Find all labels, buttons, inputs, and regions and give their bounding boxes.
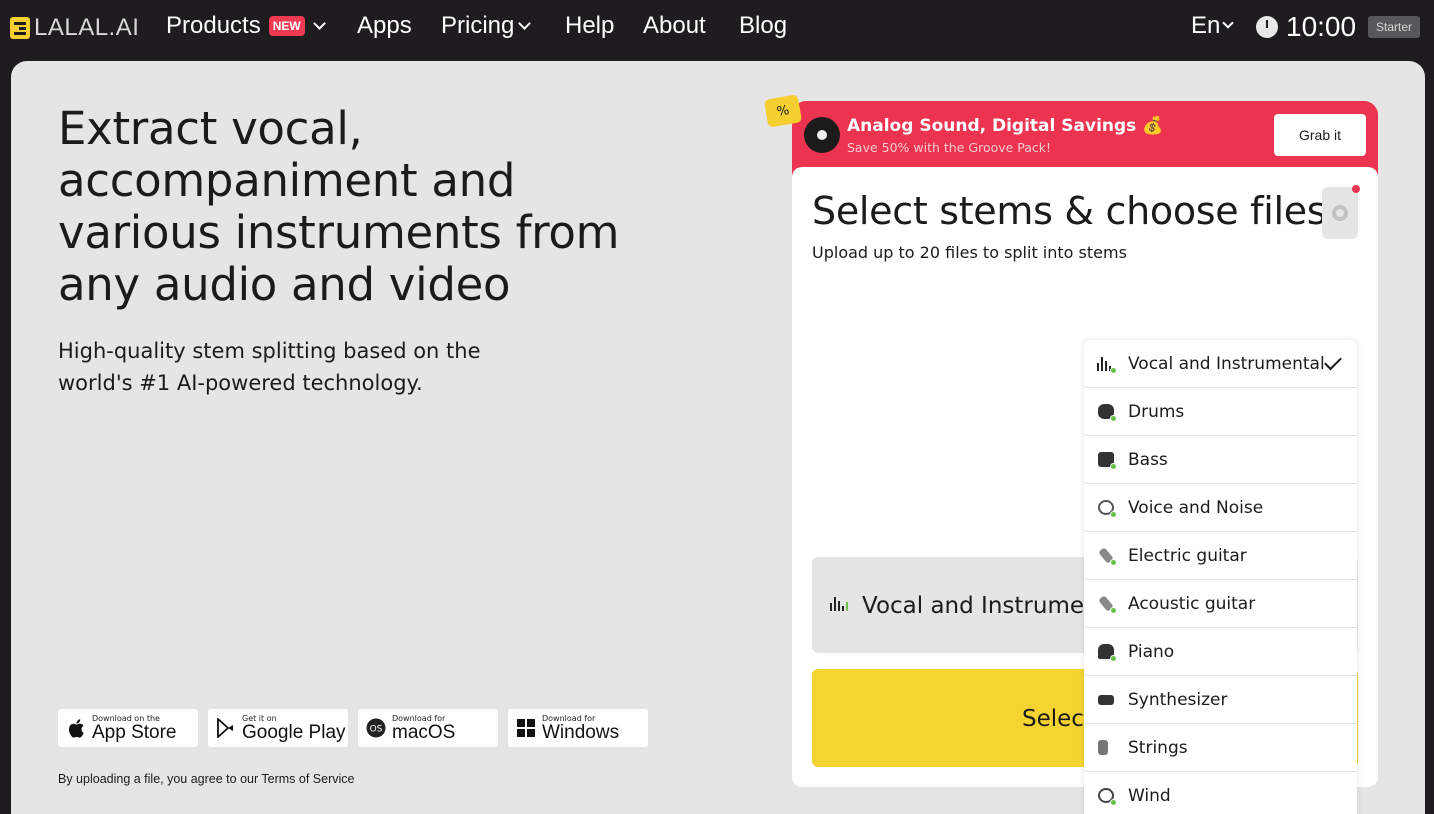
macos-icon: OS — [366, 717, 386, 739]
new-badge: NEW — [268, 16, 305, 36]
nav-apps[interactable]: Apps — [357, 12, 412, 40]
logo-text: LALAL.AI — [34, 14, 140, 41]
store-name: App Store — [92, 721, 177, 743]
apple-icon — [66, 717, 86, 739]
minutes-remaining[interactable]: 10:00 — [1286, 11, 1356, 43]
stem-option-synthesizer[interactable]: Synthesizer — [1084, 676, 1357, 724]
store-name: macOS — [392, 721, 456, 743]
nav-pricing-label: Pricing — [441, 12, 515, 39]
percent-tag: % — [763, 94, 803, 128]
stem-option-label: Strings — [1128, 737, 1188, 758]
stem-option-label: Wind — [1128, 785, 1171, 806]
card-subtitle: Upload up to 20 files to split into stem… — [812, 243, 1127, 262]
stem-option-label: Voice and Noise — [1128, 497, 1264, 518]
stem-option-drums[interactable]: Drums — [1084, 388, 1357, 436]
microphone-icon — [1096, 497, 1118, 519]
grab-it-button[interactable]: Grab it — [1274, 114, 1366, 156]
hero-subtitle: High-quality stem splitting based on the… — [58, 339, 481, 395]
terms-notice: By uploading a file, you agree to our Te… — [58, 772, 355, 786]
promo-title: Analog Sound, Digital Savings 💰 — [847, 116, 1164, 136]
hero-title: Extract vocal, accompaniment and various… — [58, 102, 620, 311]
stem-option-wind[interactable]: Wind — [1084, 772, 1357, 814]
nav-help-label: Help — [565, 12, 615, 39]
nav-apps-label: Apps — [357, 12, 412, 39]
windows-button[interactable]: Download for Windows — [508, 709, 648, 747]
vinyl-icon — [804, 117, 840, 153]
chevron-down-icon — [312, 16, 326, 30]
card-title: Select stems & choose files — [812, 189, 1327, 233]
harp-icon — [1096, 737, 1118, 759]
stem-option-label: Bass — [1128, 449, 1168, 470]
svg-text:OS: OS — [370, 725, 383, 735]
horn-icon — [1096, 785, 1118, 807]
stem-option-vocal-instrumental[interactable]: Vocal and Instrumental — [1084, 340, 1357, 388]
plan-badge[interactable]: Starter — [1368, 16, 1421, 38]
language-label: En — [1191, 12, 1221, 39]
stem-option-label: Synthesizer — [1128, 689, 1228, 710]
waveform-icon — [1096, 353, 1118, 375]
promo-subtitle: Save 50% with the Groove Pack! — [847, 140, 1052, 155]
stem-option-label: Drums — [1128, 401, 1185, 422]
chevron-down-icon — [518, 16, 532, 30]
top-nav: LALAL.AI Products NEW Apps Pricing Help … — [0, 0, 1434, 56]
waveform-icon — [830, 595, 848, 611]
app-store-button[interactable]: Download on the App Store — [58, 709, 198, 747]
stem-option-label: Acoustic guitar — [1128, 593, 1256, 614]
stem-option-acoustic-guitar[interactable]: Acoustic guitar — [1084, 580, 1357, 628]
stem-option-label: Vocal and Instrumental — [1128, 353, 1325, 374]
logo[interactable]: LALAL.AI — [10, 14, 139, 42]
nav-products[interactable]: Products NEW — [166, 12, 326, 40]
stem-option-electric-guitar[interactable]: Electric guitar — [1084, 532, 1357, 580]
store-name: Windows — [542, 721, 620, 743]
nav-help[interactable]: Help — [565, 12, 614, 40]
nav-about[interactable]: About — [643, 12, 706, 40]
synthesizer-icon — [1096, 689, 1118, 711]
nav-products-label: Products — [166, 12, 261, 39]
nav-blog-label: Blog — [739, 12, 788, 39]
macos-button[interactable]: OS Download for macOS — [358, 709, 498, 747]
electric-guitar-icon — [1096, 545, 1118, 567]
stem-option-voice-noise[interactable]: Voice and Noise — [1084, 484, 1357, 532]
chevron-down-icon — [1222, 17, 1235, 29]
drum-icon — [1096, 401, 1118, 423]
stem-option-piano[interactable]: Piano — [1084, 628, 1357, 676]
acoustic-guitar-icon — [1096, 593, 1118, 615]
store-name: Google Play — [242, 721, 346, 743]
google-play-button[interactable]: Get it on Google Play — [208, 709, 348, 747]
clock-icon — [1256, 16, 1278, 38]
check-icon — [1324, 352, 1342, 371]
stem-dropdown: Vocal and Instrumental Drums Bass Voice … — [1084, 340, 1357, 814]
stem-option-label: Electric guitar — [1128, 545, 1247, 566]
stem-option-bass[interactable]: Bass — [1084, 436, 1357, 484]
nav-blog[interactable]: Blog — [739, 12, 787, 40]
select-files-label: Select — [1022, 706, 1093, 732]
stem-option-strings[interactable]: Strings — [1084, 724, 1357, 772]
language-selector[interactable]: En — [1191, 12, 1235, 40]
settings-button[interactable] — [1322, 185, 1360, 239]
google-play-icon — [216, 717, 236, 739]
bass-amp-icon — [1096, 449, 1118, 471]
logo-icon — [10, 17, 30, 39]
piano-icon — [1096, 641, 1118, 663]
windows-icon — [516, 717, 536, 739]
gear-icon — [1332, 205, 1348, 221]
nav-about-label: About — [643, 12, 706, 39]
notification-dot — [1352, 185, 1360, 193]
stem-option-label: Piano — [1128, 641, 1175, 662]
download-buttons: Download on the App Store Get it on Goog… — [58, 709, 648, 747]
nav-pricing[interactable]: Pricing — [441, 12, 532, 40]
